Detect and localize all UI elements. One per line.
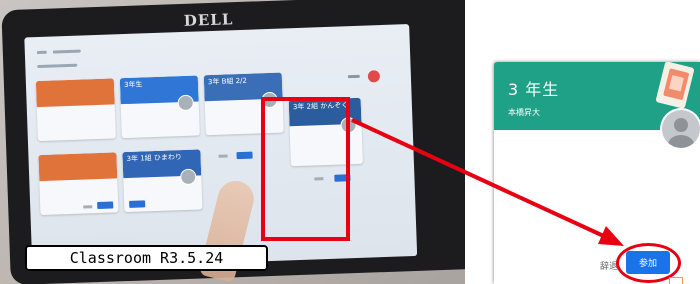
class-card-title: 3年 B組 2/2: [207, 76, 248, 87]
teacher-avatar: [662, 110, 700, 148]
class-card[interactable]: 3年生: [119, 75, 200, 139]
profile-avatar[interactable]: [367, 70, 381, 83]
join-button[interactable]: [97, 201, 114, 210]
decline-link[interactable]: [218, 154, 228, 158]
teacher-name: 本橋昇大: [508, 108, 540, 117]
tablet-photo: DELL 3年生 3年 B組 2/2 3年 2組 かんぞく 3年 1組 ひまわり: [0, 0, 465, 284]
class-card[interactable]: [38, 152, 119, 216]
decline-link[interactable]: [83, 205, 93, 209]
highlight-box: [261, 97, 350, 241]
join-button[interactable]: [236, 151, 253, 160]
class-title: 3 年生: [508, 80, 560, 99]
join-button[interactable]: [129, 200, 146, 208]
nav-tabs-placeholder: [37, 63, 78, 69]
teacher-avatar: [177, 94, 194, 112]
orange-mark: [669, 277, 683, 284]
app-title-placeholder: [52, 49, 81, 54]
class-card[interactable]: 3年 1組 ひまわり: [122, 149, 203, 213]
default-avatar-icon: [662, 110, 700, 148]
hamburger-icon: [36, 50, 47, 55]
class-illustration-icon: [656, 62, 694, 109]
teacher-avatar: [179, 168, 197, 186]
class-card[interactable]: [35, 78, 116, 142]
class-card-header: [35, 78, 115, 108]
class-card-header: [38, 152, 118, 182]
menu-icon[interactable]: [347, 74, 360, 79]
class-card-title: 3年 1組 ひまわり: [126, 153, 183, 164]
brand-logo: DELL: [183, 10, 234, 30]
class-card-title: 3年生: [123, 80, 143, 90]
caption-label: Classroom R3.5.24: [25, 245, 268, 271]
